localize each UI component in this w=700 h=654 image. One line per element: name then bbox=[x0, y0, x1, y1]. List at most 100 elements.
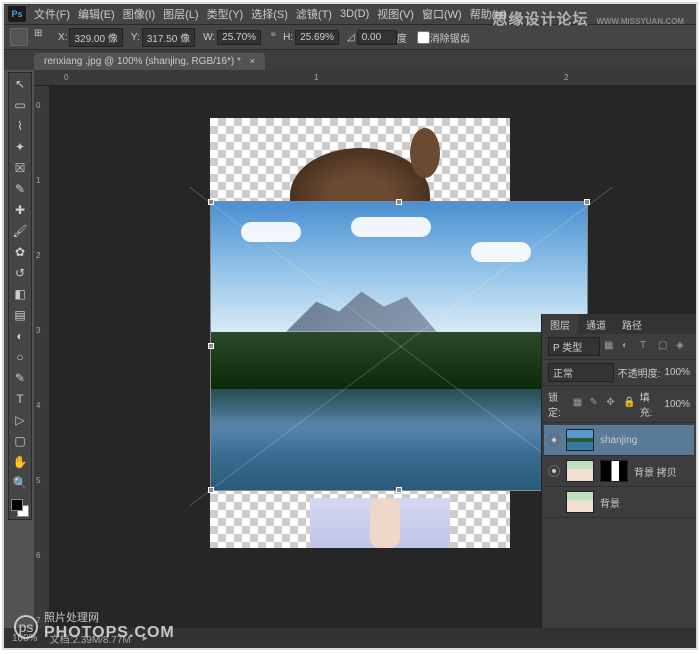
zoom-tool-icon[interactable]: 🔍 bbox=[9, 472, 31, 493]
blend-mode-select[interactable]: 正常 bbox=[548, 363, 614, 382]
lock-position-icon[interactable]: ✥ bbox=[606, 397, 619, 411]
document-tabs: renxiang .jpg @ 100% (shanjing, RGB/16*)… bbox=[4, 50, 696, 70]
ruler-tick: 3 bbox=[36, 326, 40, 335]
filter-adjust-icon[interactable]: ◐ bbox=[622, 340, 636, 354]
eraser-tool-icon[interactable]: ◧ bbox=[9, 283, 31, 304]
layer-name[interactable]: 背景 bbox=[600, 495, 620, 510]
w-label: W: bbox=[203, 32, 215, 43]
ruler-tick: 2 bbox=[36, 251, 40, 260]
lock-pixel-icon[interactable]: ✎ bbox=[589, 397, 602, 411]
brush-tool-icon[interactable]: 🖌 bbox=[9, 220, 31, 241]
antialias-checkbox[interactable] bbox=[417, 31, 430, 44]
y-label: Y: bbox=[131, 32, 140, 43]
layer-row[interactable]: 背景 bbox=[544, 487, 694, 518]
fill-value[interactable]: 100% bbox=[664, 399, 690, 410]
menu-file[interactable]: 文件(F) bbox=[34, 6, 70, 22]
watermark-bottom: ps 照片处理网 PHOTOPS.COM bbox=[14, 612, 175, 642]
filter-shape-icon[interactable]: ▢ bbox=[658, 340, 672, 354]
pen-tool-icon[interactable]: ✎ bbox=[9, 367, 31, 388]
filter-pixel-icon[interactable]: ▦ bbox=[604, 340, 618, 354]
menu-view[interactable]: 视图(V) bbox=[377, 6, 414, 22]
hand-tool-icon[interactable]: ✋ bbox=[9, 451, 31, 472]
tab-layers[interactable]: 图层 bbox=[542, 314, 578, 335]
layer-thumbnail[interactable] bbox=[566, 429, 594, 451]
transform-tool-icon[interactable] bbox=[10, 28, 28, 46]
y-input[interactable]: 317.50 像 bbox=[142, 28, 195, 47]
lasso-tool-icon[interactable]: ⌇ bbox=[9, 115, 31, 136]
layer-row[interactable]: 背景 拷贝 bbox=[544, 456, 694, 487]
opacity-value[interactable]: 100% bbox=[664, 367, 690, 378]
filter-smart-icon[interactable]: ◈ bbox=[676, 340, 690, 354]
ruler-horizontal[interactable]: 0 1 2 bbox=[34, 70, 696, 86]
x-input[interactable]: 329.00 像 bbox=[69, 28, 122, 47]
shape-tool-icon[interactable]: ▢ bbox=[9, 430, 31, 451]
ruler-tick: 5 bbox=[36, 476, 40, 485]
eyedropper-tool-icon[interactable]: ✎ bbox=[9, 178, 31, 199]
menu-select[interactable]: 选择(S) bbox=[251, 6, 288, 22]
ruler-tick: 4 bbox=[36, 401, 40, 410]
menu-image[interactable]: 图像(I) bbox=[123, 6, 155, 22]
tab-channels[interactable]: 通道 bbox=[578, 314, 614, 335]
filter-type-icon[interactable]: T bbox=[640, 340, 654, 354]
reference-point-icon[interactable]: ⊞ bbox=[34, 28, 52, 46]
h-input[interactable]: 25.69% bbox=[295, 30, 339, 45]
lock-label: 锁定: bbox=[548, 389, 569, 419]
tab-paths[interactable]: 路径 bbox=[614, 314, 650, 335]
layers-panel: 图层 通道 路径 P 类型 ▦ ◐ T ▢ ◈ 正常 不透明度: 100% 锁定… bbox=[541, 314, 696, 628]
ruler-tick: 0 bbox=[36, 101, 40, 110]
magic-wand-tool-icon[interactable]: ✦ bbox=[9, 136, 31, 157]
watermark-logo-icon: ps bbox=[14, 615, 38, 639]
type-tool-icon[interactable]: T bbox=[9, 388, 31, 409]
history-brush-tool-icon[interactable]: ↺ bbox=[9, 262, 31, 283]
stamp-tool-icon[interactable]: ✿ bbox=[9, 241, 31, 262]
visibility-toggle-icon[interactable] bbox=[548, 465, 560, 477]
angle-input[interactable]: 0.00 bbox=[357, 30, 397, 45]
link-wh-icon[interactable]: ⚭ bbox=[269, 30, 283, 44]
fill-label: 填充: bbox=[640, 389, 661, 419]
crop-tool-icon[interactable]: ☒ bbox=[9, 157, 31, 178]
toolbox: ↖ ▭ ⌇ ✦ ☒ ✎ ✚ 🖌 ✿ ↺ ◧ ▤ ◐ ○ ✎ T ▷ ▢ ✋ 🔍 bbox=[8, 72, 32, 520]
gradient-tool-icon[interactable]: ▤ bbox=[9, 304, 31, 325]
visibility-toggle-icon[interactable] bbox=[548, 434, 560, 446]
layer-row[interactable]: shanjing bbox=[544, 425, 694, 456]
watermark-top: 思缘设计论坛WWW.MISSYUAN.COM bbox=[492, 8, 684, 29]
transform-layer[interactable] bbox=[210, 201, 588, 491]
ruler-vertical[interactable]: 0 1 2 3 4 5 6 7 bbox=[34, 86, 50, 628]
menu-type[interactable]: 类型(Y) bbox=[207, 6, 244, 22]
opacity-label: 不透明度: bbox=[618, 365, 661, 380]
ruler-tick: 1 bbox=[314, 73, 318, 82]
lock-all-icon[interactable]: 🔒 bbox=[623, 397, 636, 411]
marquee-tool-icon[interactable]: ▭ bbox=[9, 94, 31, 115]
layer-thumbnail[interactable] bbox=[566, 491, 594, 513]
ps-logo-icon: Ps bbox=[8, 6, 26, 22]
menu-3d[interactable]: 3D(D) bbox=[340, 8, 369, 20]
layer-thumbnail[interactable] bbox=[566, 460, 594, 482]
image-content-hand bbox=[370, 498, 400, 548]
move-tool-icon[interactable]: ↖ bbox=[9, 73, 31, 94]
lock-trans-icon[interactable]: ▦ bbox=[573, 397, 586, 411]
healing-tool-icon[interactable]: ✚ bbox=[9, 199, 31, 220]
menu-edit[interactable]: 编辑(E) bbox=[78, 6, 115, 22]
menu-filter[interactable]: 滤镜(T) bbox=[296, 6, 332, 22]
foreground-color[interactable] bbox=[11, 499, 23, 511]
layer-name[interactable]: shanjing bbox=[600, 435, 637, 446]
watermark-cn: 照片处理网 bbox=[44, 612, 175, 624]
image-content-ponytail bbox=[410, 128, 440, 178]
menu-layer[interactable]: 图层(L) bbox=[163, 6, 198, 22]
dodge-tool-icon[interactable]: ○ bbox=[9, 346, 31, 367]
layer-filter-select[interactable]: P 类型 bbox=[548, 337, 600, 356]
color-swatch[interactable] bbox=[9, 497, 31, 519]
antialias-label: 消除锯齿 bbox=[430, 30, 470, 45]
layer-mask-thumbnail[interactable] bbox=[600, 460, 628, 482]
document-tab[interactable]: renxiang .jpg @ 100% (shanjing, RGB/16*)… bbox=[34, 53, 265, 70]
h-label: H: bbox=[283, 32, 293, 43]
tab-close-icon[interactable]: × bbox=[250, 56, 255, 66]
angle-icon: ◿ bbox=[347, 32, 355, 43]
blur-tool-icon[interactable]: ◐ bbox=[9, 325, 31, 346]
transform-diagonals bbox=[211, 202, 587, 490]
layer-name[interactable]: 背景 拷贝 bbox=[634, 464, 677, 479]
path-tool-icon[interactable]: ▷ bbox=[9, 409, 31, 430]
menu-window[interactable]: 窗口(W) bbox=[422, 6, 462, 22]
w-input[interactable]: 25.70% bbox=[217, 30, 261, 45]
ruler-tick: 2 bbox=[564, 73, 568, 82]
